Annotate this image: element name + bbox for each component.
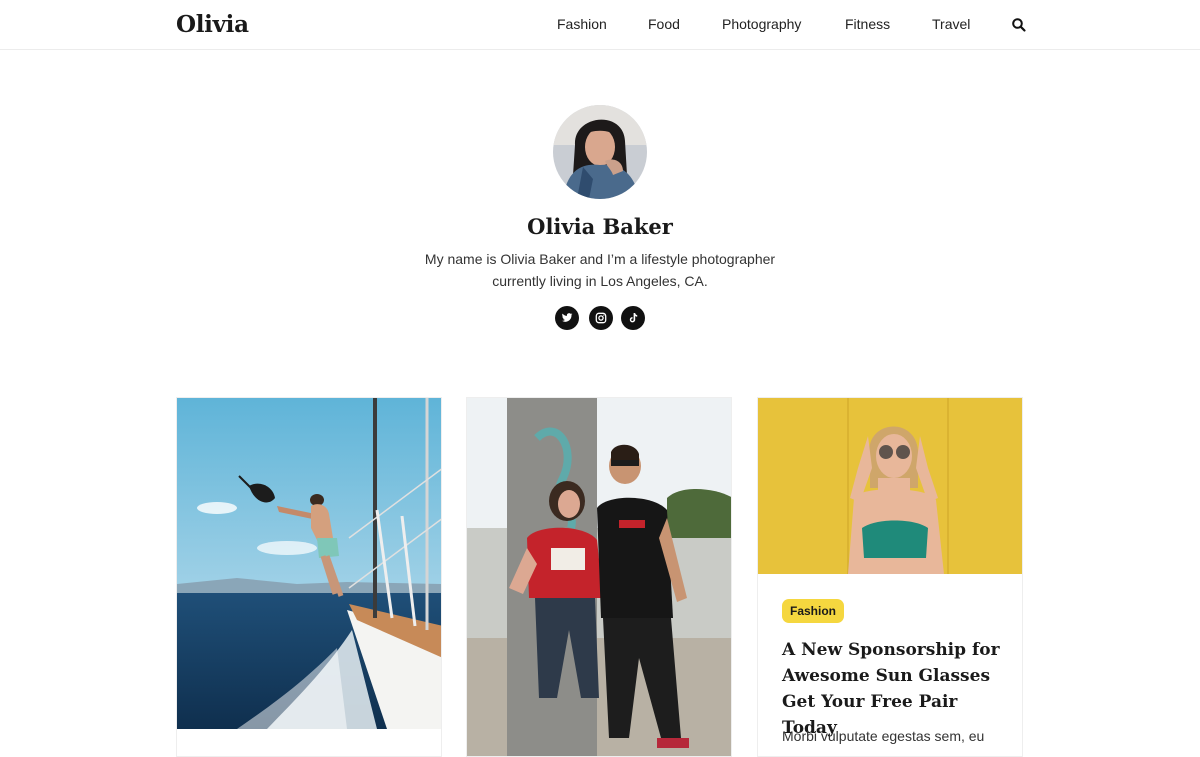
post-title[interactable]: A New Sponsorship for Awesome Sun Glasse… bbox=[782, 637, 1012, 741]
post-card[interactable]: Fashion A New Sponsorship for Awesome Su… bbox=[757, 397, 1023, 757]
nav-item-fitness[interactable]: Fitness bbox=[845, 16, 890, 32]
profile-bio: My name is Olivia Baker and I’m a lifest… bbox=[424, 251, 776, 289]
instagram-icon[interactable] bbox=[589, 306, 613, 330]
post-image[interactable] bbox=[467, 398, 731, 756]
nav-item-fashion[interactable]: Fashion bbox=[557, 16, 607, 32]
nav-item-travel[interactable]: Travel bbox=[932, 16, 970, 32]
nav-item-food[interactable]: Food bbox=[648, 16, 680, 32]
search-icon[interactable] bbox=[1011, 17, 1027, 33]
nav-item-photography[interactable]: Photography bbox=[722, 16, 801, 32]
profile-name: Olivia Baker bbox=[527, 214, 673, 239]
site-header: Olivia Fashion Food Photography Fitness … bbox=[0, 0, 1200, 50]
post-image[interactable] bbox=[177, 398, 441, 729]
tiktok-icon[interactable] bbox=[621, 306, 645, 330]
post-card[interactable] bbox=[176, 397, 442, 757]
category-badge[interactable]: Fashion bbox=[782, 599, 845, 623]
twitter-icon[interactable] bbox=[555, 306, 579, 330]
post-image[interactable] bbox=[758, 398, 1022, 574]
profile-avatar bbox=[553, 105, 647, 199]
post-card[interactable] bbox=[466, 397, 732, 757]
post-excerpt: Morbi vulputate egestas sem, eu bbox=[782, 728, 985, 744]
social-links bbox=[555, 306, 647, 330]
